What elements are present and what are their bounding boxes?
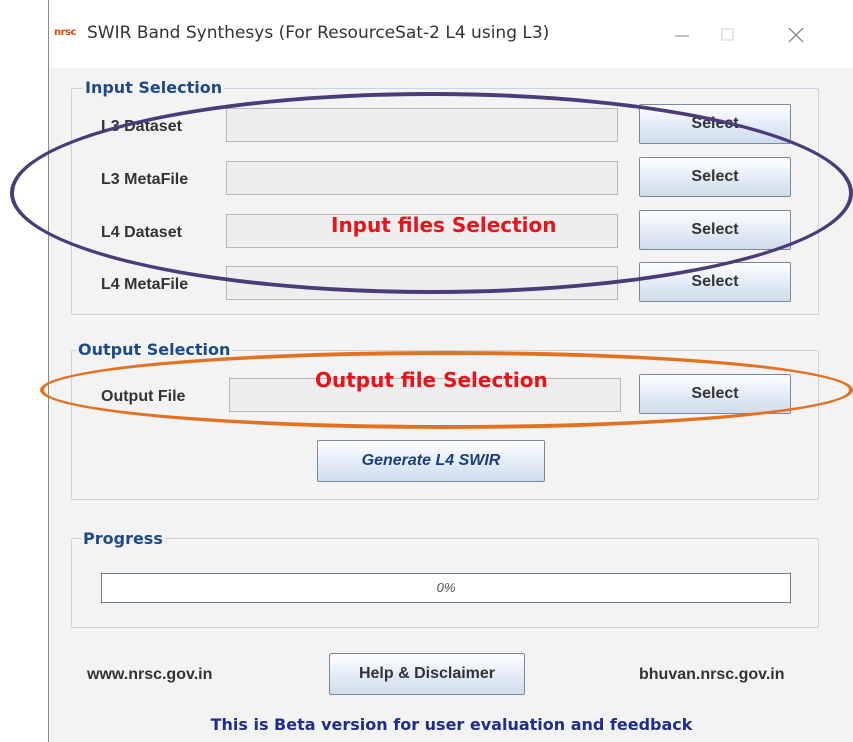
progress-text: 0% <box>436 580 456 595</box>
nrsc-website-link[interactable]: www.nrsc.gov.in <box>87 666 212 684</box>
l4-metafile-label: L4 MetaFile <box>101 276 189 293</box>
bhuvan-website-link[interactable]: bhuvan.nrsc.gov.in <box>639 666 785 684</box>
output-selection-title: Output Selection <box>76 340 233 359</box>
title-bar[interactable]: nrsc SWIR Band Synthesys (For ResourceSa… <box>49 0 853 68</box>
generate-l4-swir-button[interactable]: Generate L4 SWIR <box>317 440 545 482</box>
progress-bar: 0% <box>101 573 791 603</box>
output-annotation-label: Output file Selection <box>315 368 548 392</box>
minimize-icon[interactable] <box>659 18 705 52</box>
close-icon[interactable] <box>773 18 819 52</box>
help-disclaimer-button[interactable]: Help & Disclaimer <box>329 653 525 695</box>
maximize-icon[interactable] <box>705 18 751 52</box>
input-annotation-label: Input files Selection <box>331 213 557 237</box>
progress-title: Progress <box>81 529 165 548</box>
input-selection-title: Input Selection <box>83 78 225 97</box>
beta-notice: This is Beta version for user evaluation… <box>210 715 693 734</box>
input-annotation-ellipse <box>10 92 853 294</box>
nrsc-logo-icon: nrsc <box>54 27 76 38</box>
window-title: SWIR Band Synthesys (For ResourceSat-2 L… <box>87 23 550 43</box>
